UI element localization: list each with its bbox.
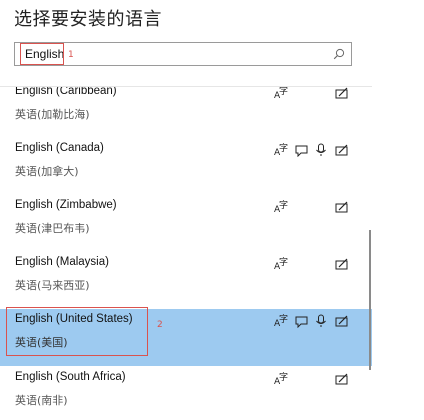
language-native-name: 英语(加拿大) [15, 165, 79, 178]
language-name: English (Canada) [15, 142, 104, 154]
svg-text:字: 字 [279, 200, 288, 211]
handwriting-icon [335, 200, 349, 216]
search-input[interactable]: English [25, 47, 64, 61]
display-language-icon: A字 [274, 257, 288, 273]
language-name: English (South Africa) [15, 371, 126, 383]
display-language-icon: A字 [274, 86, 288, 102]
search-field[interactable]: English [14, 42, 352, 66]
language-list[interactable]: English (Caribbean) 英语(加勒比海) A字 English … [0, 86, 372, 420]
language-name: English (Malaysia) [15, 256, 109, 268]
svg-text:字: 字 [279, 372, 288, 383]
language-row-malaysia[interactable]: English (Malaysia) 英语(马来西亚) A字 [0, 252, 372, 309]
handwriting-icon [335, 87, 349, 102]
display-language-icon: A字 [274, 200, 288, 216]
language-name: English (Zimbabwe) [15, 199, 117, 211]
svg-text:字: 字 [279, 257, 288, 268]
svg-text:字: 字 [279, 143, 288, 154]
handwriting-icon [335, 143, 349, 159]
display-language-icon: A字 [274, 314, 288, 330]
microphone-icon [315, 314, 327, 330]
text-to-speech-icon [295, 314, 309, 330]
annotation-marker-2: 2 [157, 320, 163, 330]
display-language-icon: A字 [274, 143, 288, 159]
handwriting-icon [335, 372, 349, 388]
language-name: English (Caribbean) [15, 86, 117, 97]
handwriting-icon [335, 257, 349, 273]
handwriting-icon [335, 314, 349, 330]
text-to-speech-icon [295, 143, 309, 159]
search-icon[interactable] [333, 47, 345, 65]
svg-text:字: 字 [279, 86, 288, 97]
annotation-marker-1: 1 [68, 50, 74, 60]
language-native-name: 英语(南非) [15, 394, 68, 407]
microphone-icon [315, 143, 327, 159]
list-scrollbar[interactable] [369, 230, 371, 370]
language-row-canada[interactable]: English (Canada) 英语(加拿大) A字 [0, 138, 372, 195]
dialog-title: 选择要安装的语言 [14, 9, 162, 30]
language-native-name: 英语(加勒比海) [15, 108, 90, 121]
language-row-south-africa[interactable]: English (South Africa) 英语(南非) A字 [0, 367, 372, 420]
language-row-zimbabwe[interactable]: English (Zimbabwe) 英语(津巴布韦) A字 [0, 195, 372, 252]
language-row-caribbean[interactable]: English (Caribbean) 英语(加勒比海) A字 [0, 86, 372, 138]
svg-text:字: 字 [279, 314, 288, 325]
language-row-united-states[interactable]: English (United States) 英语(美国) A字 [0, 309, 372, 366]
language-native-name: 英语(津巴布韦) [15, 222, 90, 235]
language-native-name: 英语(马来西亚) [15, 279, 90, 292]
language-name: English (United States) [15, 313, 133, 325]
language-native-name: 英语(美国) [15, 336, 68, 349]
display-language-icon: A字 [274, 372, 288, 388]
